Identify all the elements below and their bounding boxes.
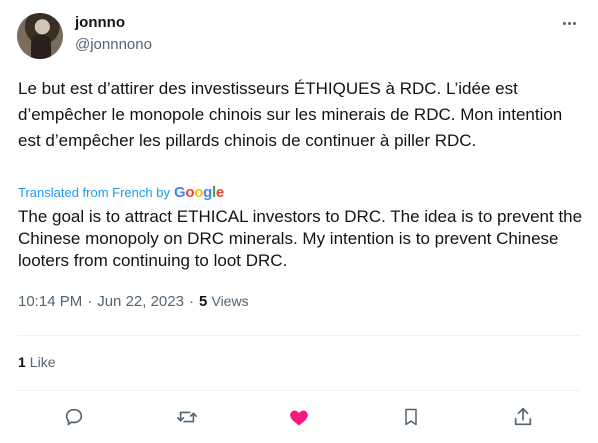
share-icon[interactable] (510, 404, 536, 430)
views-count: 5 (198, 293, 208, 310)
tweet-time[interactable]: 10:14 PM (18, 293, 82, 310)
likes-label: Like (29, 354, 56, 370)
display-name[interactable]: jonnno (75, 14, 125, 31)
tweet-date[interactable]: Jun 22, 2023 (97, 293, 184, 310)
user-handle[interactable]: @jonnnono (75, 36, 152, 53)
retweet-icon[interactable] (174, 404, 200, 430)
meta-separator: · (188, 293, 194, 310)
more-icon[interactable] (556, 14, 582, 32)
views-label: Views (211, 293, 249, 309)
google-logo: Google (173, 184, 224, 201)
action-bar (0, 400, 598, 434)
avatar[interactable] (17, 13, 63, 59)
like-icon[interactable] (286, 404, 312, 430)
likes-count: 1 (18, 354, 26, 370)
likes-summary[interactable]: 1 Like (18, 354, 55, 370)
meta-separator: · (87, 293, 93, 310)
bookmark-icon[interactable] (398, 404, 424, 430)
translated-label[interactable]: Translated from French by (18, 185, 170, 200)
reply-icon[interactable] (61, 404, 87, 430)
tweet-meta: 10:14 PM · Jun 22, 2023 · 5 Views (18, 293, 249, 310)
translation-attribution: Translated from French by Google (18, 184, 224, 201)
divider (18, 390, 580, 391)
divider (18, 335, 580, 336)
translated-tweet-text: The goal is to attract ETHICAL investors… (18, 207, 583, 270)
original-tweet-text: Le but est d’attirer des investisseurs É… (18, 79, 563, 150)
